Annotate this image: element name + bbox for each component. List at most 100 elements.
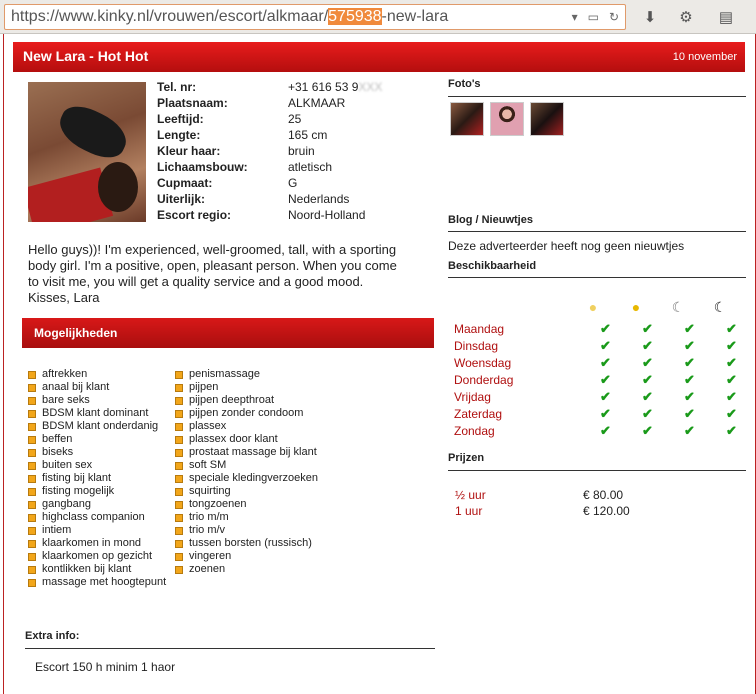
price-unit: 1 uur — [455, 504, 483, 518]
photo-thumbnail[interactable] — [450, 102, 484, 136]
day-label: Vrijdag — [454, 389, 491, 404]
availability-row: Vrijdag ✔ ✔ ✔ ✔ — [454, 388, 737, 405]
detail-value: Noord-Holland — [288, 208, 366, 222]
mogelijkheid-item: plassex door klant — [175, 433, 318, 446]
price-value: € 120.00 — [583, 504, 630, 518]
price-row: 1 uur € 120.00 — [455, 504, 630, 520]
bullet-icon — [175, 409, 183, 418]
bullet-icon — [175, 526, 183, 535]
price-table: ½ uur € 80.00 1 uur € 120.00 — [455, 488, 630, 520]
detail-label: Kleur haar: — [157, 144, 221, 158]
detail-label: Lengte: — [157, 128, 201, 142]
reload-icon[interactable]: ↻ — [609, 5, 619, 29]
profile-title-bar: New Lara - Hot Hot 10 november — [13, 42, 745, 72]
bullet-icon — [175, 435, 183, 444]
mogelijkheden-col1: aftrekken anaal bij klant bare seks BDSM kl… — [28, 368, 166, 589]
check-icon: ✔ — [642, 371, 653, 387]
detail-label: Tel. nr: — [157, 80, 197, 94]
bullet-icon — [175, 461, 183, 470]
bullet-icon — [28, 565, 36, 574]
bullet-icon — [28, 383, 36, 392]
check-icon: ✔ — [726, 371, 737, 387]
evening-moon-icon: ☾ — [671, 298, 685, 315]
mogelijkheid-item: anaal bij klant — [28, 381, 166, 394]
afternoon-sun-icon: ● — [631, 299, 641, 315]
price-unit: ½ uur — [455, 488, 486, 502]
bullet-icon — [28, 500, 36, 509]
blog-title: Blog / Nieuwtjes — [448, 214, 533, 226]
photo-thumbnail[interactable] — [490, 102, 524, 136]
bullet-icon — [175, 448, 183, 457]
detail-value: atletisch — [288, 160, 333, 174]
bullet-icon — [28, 409, 36, 418]
detail-value: 165 cm — [288, 128, 328, 142]
bullet-icon — [28, 448, 36, 457]
mogelijkheid-item: massage met hoogtepunt — [28, 576, 166, 589]
profile-photo[interactable] — [28, 82, 146, 222]
dropdown-icon[interactable]: ▾ — [572, 5, 578, 29]
day-label: Zondag — [454, 423, 495, 438]
mogelijkheid-item: fisting mogelijk — [28, 485, 166, 498]
extra-info-value: Escort 150 h minim 1 haor — [35, 660, 176, 674]
bullet-icon — [28, 552, 36, 561]
mogelijkheid-item: soft SM — [175, 459, 318, 472]
mogelijkheid-item: beffen — [28, 433, 166, 446]
check-icon: ✔ — [684, 337, 695, 353]
check-icon: ✔ — [600, 354, 611, 370]
check-icon: ✔ — [684, 320, 695, 336]
bullet-icon — [28, 474, 36, 483]
check-icon: ✔ — [684, 388, 695, 404]
bullet-icon — [175, 513, 183, 522]
bullet-icon — [175, 539, 183, 548]
check-icon: ✔ — [600, 371, 611, 387]
download-icon[interactable]: ⬇ — [640, 7, 660, 27]
bullet-icon — [28, 578, 36, 587]
availability-table: Maandag ✔ ✔ ✔ ✔ Dinsdag ✔ ✔ ✔ ✔ Woensdag ✔ ✔ ✔ ✔ Donder… — [454, 320, 737, 439]
photo-thumbnail[interactable] — [530, 102, 564, 136]
day-label: Donderdag — [454, 372, 514, 387]
detail-label: Lichaamsbouw: — [157, 160, 248, 174]
check-icon: ✔ — [600, 405, 611, 421]
browser-toolbar: https://www.kinky.nl/vrouwen/escort/alkm… — [0, 0, 756, 34]
beschikbaarheid-title: Beschikbaarheid — [448, 260, 537, 272]
extension-icon[interactable]: ⚙ — [676, 7, 696, 27]
check-icon: ✔ — [600, 337, 611, 353]
url-bar[interactable]: https://www.kinky.nl/vrouwen/escort/alkm… — [4, 4, 626, 30]
bullet-icon — [175, 500, 183, 509]
mogelijkheid-item: vingeren — [175, 550, 318, 563]
check-icon: ✔ — [726, 388, 737, 404]
mogelijkheid-item: biseks — [28, 446, 166, 459]
availability-row: Woensdag ✔ ✔ ✔ ✔ — [454, 354, 737, 371]
mogelijkheden-header: Mogelijkheden — [22, 318, 434, 348]
mogelijkheid-item: BDSM klant onderdanig — [28, 420, 166, 433]
detail-label: Plaatsnaam: — [157, 96, 228, 110]
availability-row: Dinsdag ✔ ✔ ✔ ✔ — [454, 337, 737, 354]
bullet-icon — [175, 474, 183, 483]
bullet-icon — [175, 565, 183, 574]
detail-label: Uiterlijk: — [157, 192, 206, 206]
check-icon: ✔ — [600, 422, 611, 438]
bullet-icon — [28, 435, 36, 444]
detail-value: Nederlands — [288, 192, 350, 206]
check-icon: ✔ — [684, 422, 695, 438]
availability-row: Maandag ✔ ✔ ✔ ✔ — [454, 320, 737, 337]
mogelijkheid-item: pijpen zonder condoom — [175, 407, 318, 420]
bullet-icon — [175, 383, 183, 392]
check-icon: ✔ — [600, 388, 611, 404]
bullet-icon — [175, 487, 183, 496]
bullet-icon — [28, 422, 36, 431]
morning-sun-icon: ● — [588, 299, 598, 315]
bullet-icon — [28, 513, 36, 522]
day-label: Woensdag — [454, 355, 512, 370]
night-moon-icon: ☾ — [713, 298, 727, 315]
fotos-title: Foto's — [448, 78, 481, 90]
mogelijkheid-item: kontlikken bij klant — [28, 563, 166, 576]
check-icon: ✔ — [642, 422, 653, 438]
check-icon: ✔ — [684, 354, 695, 370]
day-label: Zaterdag — [454, 406, 503, 421]
clipboard-icon[interactable]: ▤ — [716, 7, 736, 27]
url-prefix: https://www.kinky.nl/vrouwen/escort/alkm… — [11, 8, 329, 25]
reader-view-icon[interactable]: ▭ — [588, 5, 599, 29]
bullet-icon — [28, 370, 36, 379]
check-icon: ✔ — [684, 405, 695, 421]
